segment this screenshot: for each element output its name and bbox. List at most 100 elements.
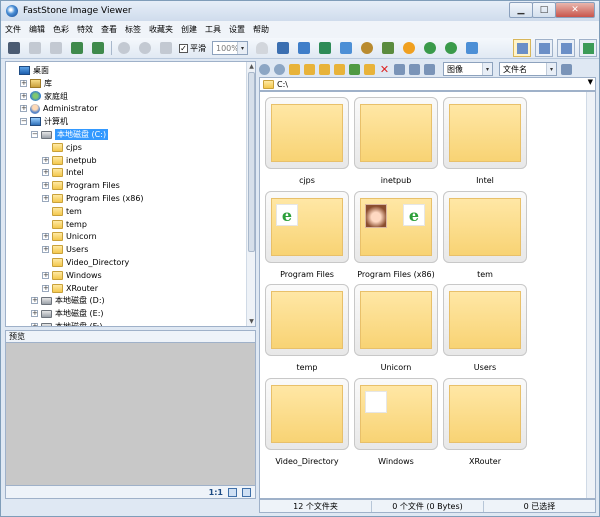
edit-icon[interactable] (464, 40, 480, 56)
copy-to-icon[interactable] (334, 63, 345, 75)
smooth-checkbox[interactable]: ✓ (179, 43, 188, 53)
tree-expander-icon[interactable]: + (42, 284, 49, 292)
menu-item[interactable]: 收藏夹 (145, 24, 177, 35)
menu-item[interactable]: 标签 (121, 24, 145, 35)
tree-expander-icon[interactable]: + (42, 233, 49, 241)
title-bar[interactable]: FastStone Image Viewer ▁ □ ✕ (1, 1, 599, 21)
favorites-folder-icon[interactable] (304, 63, 315, 75)
move-to-icon[interactable] (349, 63, 360, 75)
tree-item[interactable]: + Unicorn (42, 230, 97, 243)
folder-thumbnail[interactable] (443, 378, 527, 450)
delete-icon[interactable]: ✕ (379, 64, 390, 75)
save-icon[interactable] (48, 40, 64, 56)
grid-view-icon[interactable] (409, 63, 420, 75)
tree-expander-icon[interactable]: + (42, 246, 49, 254)
folder-thumbnail[interactable] (265, 378, 349, 450)
export-icon[interactable] (90, 40, 106, 56)
tree-item[interactable]: + Program Files (x86) (42, 192, 144, 205)
email-icon[interactable] (359, 40, 375, 56)
tree-item[interactable]: − 本地磁盘 (C:) (31, 128, 109, 141)
layout-thumbnails-button[interactable] (513, 39, 531, 57)
film-strip-icon[interactable] (296, 40, 312, 56)
path-dropdown-icon[interactable]: ▼ (588, 78, 593, 86)
thumbnail-label[interactable]: XRouter (425, 457, 545, 466)
tree-item[interactable]: + inetpub (42, 154, 97, 167)
menu-item[interactable]: 色彩 (49, 24, 73, 35)
folder-thumbnail[interactable] (354, 97, 438, 169)
tree-expander-icon[interactable]: + (20, 79, 27, 87)
tree-item[interactable]: 桌面 (9, 64, 49, 77)
tree-expander-icon[interactable]: − (20, 118, 27, 126)
zoom-select[interactable]: 100% ▾ (212, 41, 248, 55)
folder-thumbnail[interactable]: e (265, 191, 349, 263)
select-all-icon[interactable] (394, 63, 405, 75)
layout-preview-button[interactable] (557, 39, 575, 57)
tree-item[interactable]: + 本地磁盘 (E:) (31, 307, 104, 320)
thumbnail-scrollbar[interactable] (586, 92, 595, 498)
tree-expander-icon[interactable]: + (20, 105, 27, 113)
tree-item[interactable]: tem (42, 205, 82, 218)
tree-item[interactable]: + Intel (42, 166, 84, 179)
tree-item[interactable]: + 库 (20, 77, 52, 90)
menu-item[interactable]: 编辑 (25, 24, 49, 35)
menu-item[interactable]: 特效 (73, 24, 97, 35)
fullscreen-preview-icon[interactable] (242, 487, 251, 497)
tree-item[interactable]: + Users (42, 243, 88, 256)
tree-item[interactable]: + 本地磁盘 (D:) (31, 294, 105, 307)
back-icon[interactable] (259, 63, 270, 75)
tree-item[interactable]: cjps (42, 141, 82, 154)
tree-item[interactable]: + 本地磁盘 (F:) (31, 320, 102, 326)
fit-icon[interactable] (228, 487, 237, 497)
folder-thumbnail[interactable] (265, 97, 349, 169)
view-mode-select[interactable]: 图像 ▾ (443, 62, 493, 76)
folder-thumbnail[interactable] (443, 191, 527, 263)
folder-thumbnail[interactable] (354, 378, 438, 450)
folder-thumbnail[interactable]: e (354, 191, 438, 263)
zoom-out-icon[interactable] (137, 40, 153, 56)
folder-thumbnail[interactable] (265, 284, 349, 356)
refresh-icon[interactable] (364, 63, 375, 75)
print-icon[interactable] (380, 40, 396, 56)
folder-thumbnail[interactable] (354, 284, 438, 356)
settings-gear-icon[interactable] (401, 40, 417, 56)
tree-expander-icon[interactable]: + (42, 271, 49, 279)
tree-expander-icon[interactable]: + (31, 297, 38, 305)
tree-expander-icon[interactable]: + (42, 169, 49, 177)
folder-thumbnail[interactable] (443, 97, 527, 169)
thumbnail-label[interactable]: Users (425, 363, 545, 372)
menu-item[interactable]: 查看 (97, 24, 121, 35)
tree-expander-icon[interactable]: − (31, 131, 38, 138)
close-button[interactable]: ✕ (555, 2, 595, 18)
tree-expander-icon[interactable]: + (42, 182, 49, 190)
save-as-icon[interactable] (69, 40, 85, 56)
tree-expander-icon[interactable]: + (20, 92, 27, 100)
details-view-icon[interactable] (424, 63, 435, 75)
menu-item[interactable]: 设置 (225, 24, 249, 35)
thumbnail-label[interactable]: Intel (425, 176, 545, 185)
folder-thumbnail[interactable] (443, 284, 527, 356)
sort-order-icon[interactable] (561, 63, 572, 75)
forward-icon[interactable] (274, 63, 285, 75)
rotate-right-icon[interactable] (443, 40, 459, 56)
tree-expander-icon[interactable]: + (31, 310, 38, 318)
tree-item[interactable]: temp (42, 218, 87, 231)
thumbnail-label[interactable]: tem (425, 270, 545, 279)
acquire-icon[interactable] (27, 40, 43, 56)
up-folder-icon[interactable] (289, 63, 300, 75)
tree-expander-icon[interactable]: + (42, 195, 49, 202)
tree-scrollbar[interactable]: ▲ ▼ (246, 62, 255, 326)
tree-item[interactable]: − 计算机 (20, 115, 68, 128)
sort-select[interactable]: 文件名 ▾ (499, 62, 557, 76)
new-folder-icon[interactable] (319, 63, 330, 75)
actual-size-icon[interactable] (158, 40, 174, 56)
hand-tool-icon[interactable] (254, 40, 270, 56)
tree-item[interactable]: + 家庭组 (20, 90, 68, 103)
batch-convert-icon[interactable] (338, 40, 354, 56)
compare-icon[interactable] (317, 40, 333, 56)
menu-item[interactable]: 创建 (177, 24, 201, 35)
layout-split-button[interactable] (535, 39, 553, 57)
tree-item[interactable]: + Administrator (20, 102, 98, 115)
fullscreen-button[interactable] (579, 39, 597, 57)
slideshow-icon[interactable] (275, 40, 291, 56)
tree-expander-icon[interactable]: + (42, 156, 49, 164)
